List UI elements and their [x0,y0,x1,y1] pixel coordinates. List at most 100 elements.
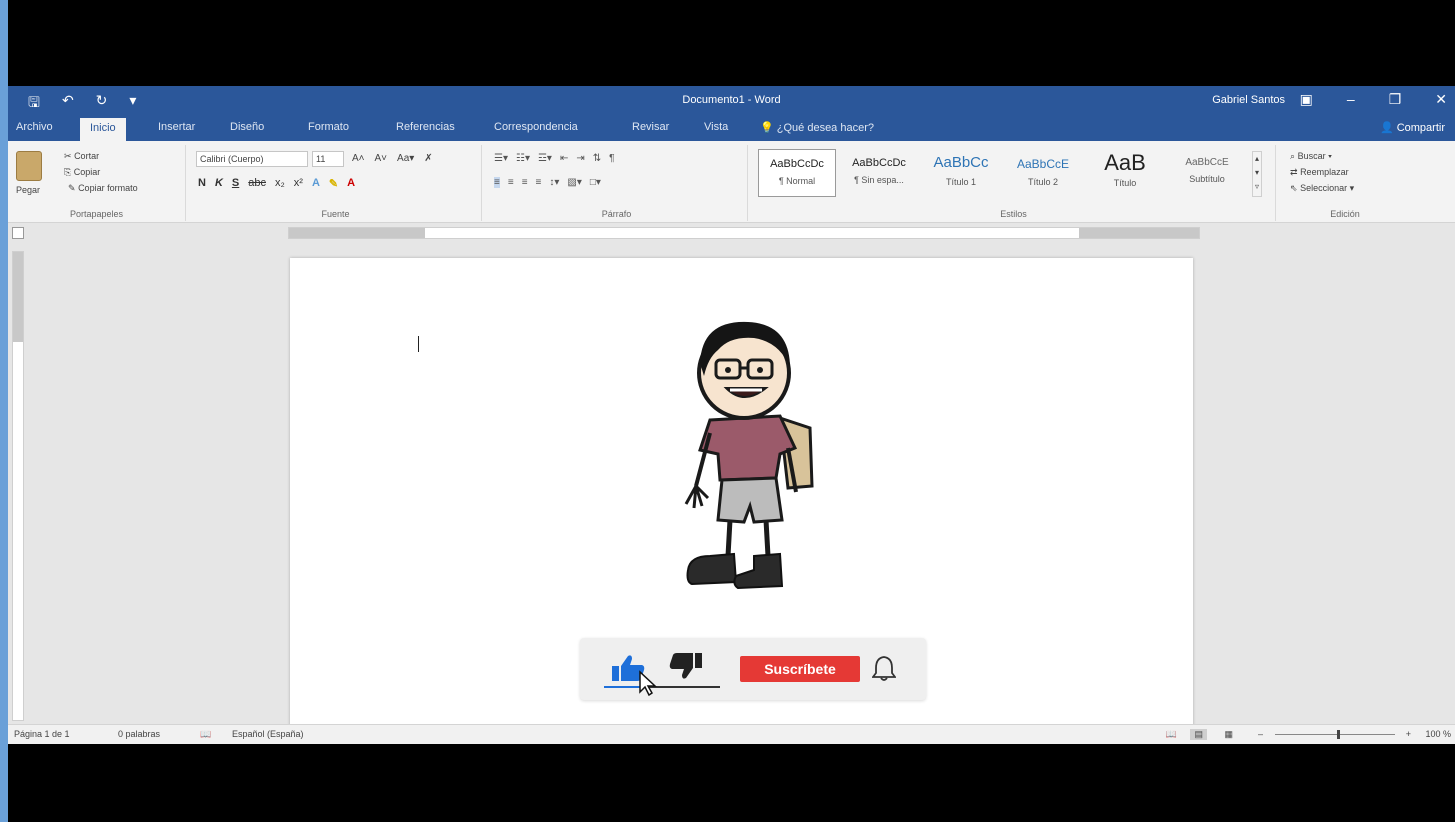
align-left-icon[interactable]: ≡ [494,177,500,188]
clear-format-icon[interactable]: ✗ [424,153,432,164]
zoom-slider[interactable] [1275,730,1395,739]
ribbon-options-icon[interactable]: ▣ [1300,91,1313,108]
grow-font-icon[interactable]: A˄ [352,153,365,164]
subscribe-button[interactable]: Suscríbete [740,656,860,682]
style-name: ¶ Normal [778,176,816,186]
style-heading-2[interactable]: AaBbCcE Título 2 [1004,149,1082,197]
highlight-icon[interactable]: ✎ [329,177,338,190]
style-no-spacing[interactable]: AaBbCcDc ¶ Sin espa... [840,149,918,197]
scissors-icon: ✂ [64,151,72,161]
zoom-level[interactable]: 100 % [1425,729,1451,739]
font-size-dropdown[interactable]: 11 [312,151,344,167]
style-sample: AaB [1104,150,1146,175]
style-heading-1[interactable]: AaBbCc Título 1 [922,149,1000,197]
line-spacing-icon[interactable]: ↕▾ [549,177,559,188]
close-icon[interactable]: ✕ [1435,91,1447,108]
word-count[interactable]: 0 palabras [118,729,160,739]
tab-correspondencia[interactable]: Correspondencia [494,121,578,133]
style-sample: AaBbCcDc [852,157,906,169]
ruler-right-margin [1079,228,1199,238]
styles-group: AaBbCcDc ¶ Normal AaBbCcDc ¶ Sin espa...… [752,145,1276,221]
minimize-icon[interactable]: – [1347,91,1355,108]
font-name-dropdown[interactable]: Calibri (Cuerpo) [196,151,308,167]
editing-group: ⌕ Buscar ▾ ⇄ Reemplazar ⇖ Seleccionar ▾ … [1280,145,1410,221]
style-sample: AaBbCcE [1185,157,1229,168]
window-controls: ▣ – ❐ ✕ [1300,91,1447,108]
style-sample: AaBbCc [933,154,989,171]
bold-icon[interactable]: N [198,177,206,190]
title-bar: 🖫 ↶ ↻ ▾ Documento1 - Word Gabriel Santos… [8,86,1455,116]
print-layout-icon[interactable]: ▤ [1190,729,1207,740]
style-subtitle[interactable]: AaBbCcE Subtítulo [1168,149,1246,197]
justify-icon[interactable]: ≡ [536,177,542,188]
paste-label[interactable]: Pegar [16,185,40,195]
proofing-icon[interactable]: 📖 [200,729,211,740]
tab-revisar[interactable]: Revisar [632,121,669,133]
select-button[interactable]: ⇖ Seleccionar ▾ [1290,183,1354,194]
sort-icon[interactable]: ⇅ [593,153,601,164]
increase-indent-icon[interactable]: ⇥ [576,153,584,164]
tab-referencias[interactable]: Referencias [396,121,455,133]
document-page[interactable]: Suscríbete [290,258,1193,728]
dislike-icon[interactable] [668,652,704,682]
text-effects-icon[interactable]: A [312,177,320,190]
borders-icon[interactable]: □▾ [590,177,601,188]
replace-button[interactable]: ⇄ Reemplazar [1290,167,1349,178]
tab-formato[interactable]: Formato [308,121,349,133]
read-mode-icon[interactable]: 📖 [1166,729,1177,740]
zoom-thumb[interactable] [1337,730,1340,739]
bullets-icon[interactable]: ☰▾ [494,153,508,164]
shrink-font-icon[interactable]: A˅ [375,153,388,164]
page-count[interactable]: Página 1 de 1 [14,729,70,739]
numbering-icon[interactable]: ☷▾ [516,153,530,164]
format-painter-button[interactable]: ✎ Copiar formato [68,183,138,194]
underline-icon[interactable]: S [232,177,239,190]
web-layout-icon[interactable]: ▦ [1224,729,1233,740]
tab-inicio[interactable]: Inicio [80,118,126,141]
style-name: ¶ Sin espa... [854,175,904,185]
align-center-icon[interactable]: ≡ [508,177,514,188]
style-sample: AaBbCcDc [770,158,824,170]
copy-button[interactable]: ⎘ Copiar [64,167,100,178]
pilcrow-icon[interactable]: ¶ [609,153,614,164]
tab-archivo[interactable]: Archivo [16,121,53,133]
vertical-ruler[interactable] [12,251,24,721]
lightbulb-icon: 💡 [760,122,774,134]
font-color-icon[interactable]: A [347,177,355,190]
paste-icon[interactable] [16,151,42,181]
user-name[interactable]: Gabriel Santos [1212,94,1285,106]
style-name: Título 2 [1027,177,1058,187]
horizontal-ruler[interactable] [288,227,1200,239]
align-right-icon[interactable]: ≡ [522,177,528,188]
tell-me-box[interactable]: 💡 ¿Qué desea hacer? [760,121,874,134]
zoom-out-icon[interactable]: – [1258,729,1263,739]
maximize-icon[interactable]: ❐ [1389,91,1402,108]
style-normal[interactable]: AaBbCcDc ¶ Normal [758,149,836,197]
zoom-in-icon[interactable]: + [1406,729,1411,739]
superscript-icon[interactable]: x² [294,177,303,190]
decrease-indent-icon[interactable]: ⇤ [560,153,568,164]
tab-insertar[interactable]: Insertar [158,121,195,133]
cartoon-character-image [684,321,814,590]
cut-button[interactable]: ✂ Cortar [64,151,99,162]
multilevel-icon[interactable]: ☲▾ [538,153,552,164]
subscript-icon[interactable]: x₂ [275,177,285,190]
status-bar: Página 1 de 1 0 palabras 📖 Español (Espa… [8,724,1455,744]
tab-diseno[interactable]: Diseño [230,121,264,133]
styles-scroll[interactable]: ▴ ▾ ▿ [1252,151,1262,197]
pointer-icon [639,670,657,696]
bell-icon[interactable] [872,654,896,682]
find-button[interactable]: ⌕ Buscar ▾ [1290,151,1332,162]
change-case-icon[interactable]: Aa▾ [397,153,414,164]
italic-icon[interactable]: K [215,177,223,190]
tab-vista[interactable]: Vista [704,121,728,133]
share-button[interactable]: 👤 Compartir [1380,121,1445,134]
tab-selector[interactable] [12,227,24,239]
language-status[interactable]: Español (España) [232,729,304,739]
find-label: Buscar [1297,151,1326,161]
clipboard-group-label: Portapapeles [69,209,124,219]
strikethrough-icon[interactable]: abc [248,177,266,190]
style-title[interactable]: AaB Título [1086,149,1164,197]
shading-icon[interactable]: ▧▾ [567,177,581,188]
video-frame: 🖫 ↶ ↻ ▾ Documento1 - Word Gabriel Santos… [0,0,1455,822]
